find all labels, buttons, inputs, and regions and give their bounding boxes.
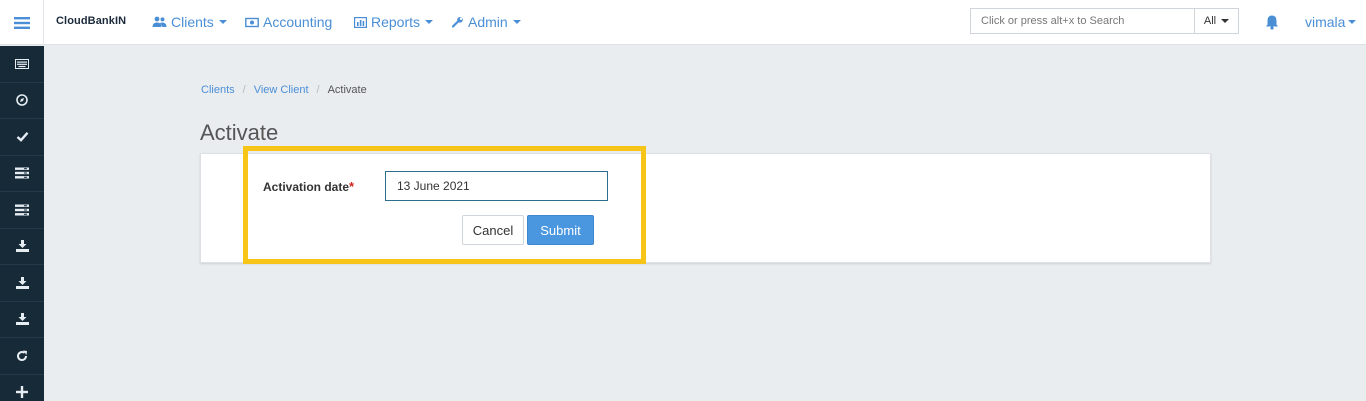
breadcrumb-clients[interactable]: Clients: [201, 84, 235, 96]
wrench-icon: [452, 17, 463, 28]
refresh-icon: [17, 350, 28, 361]
caret-down-icon: [1348, 20, 1357, 24]
bar-chart-icon: [354, 16, 367, 28]
highlight-box: [243, 146, 646, 264]
nav-accounting-label: Accounting: [263, 14, 333, 30]
breadcrumb-separator: /: [242, 84, 246, 96]
users-icon: [152, 16, 167, 27]
breadcrumb-view-client[interactable]: View Client: [254, 84, 309, 96]
page-title: Activate: [200, 120, 279, 145]
sidebar-item-download-1[interactable]: [0, 229, 44, 265]
caret-down-icon: [425, 20, 434, 24]
caret-down-icon: [512, 20, 521, 24]
user-name: vimala: [1305, 14, 1346, 30]
nav-clients-label: Clients: [171, 14, 214, 30]
search-scope-select[interactable]: All: [1194, 8, 1239, 34]
check-icon: [16, 132, 28, 143]
sidebar-item-compass[interactable]: [0, 83, 44, 119]
sidebar-item-download-2[interactable]: [0, 265, 44, 302]
brand-logo[interactable]: CloudBankIN: [56, 15, 126, 27]
breadcrumb-current: Activate: [327, 84, 367, 96]
breadcrumb-separator: /: [316, 84, 320, 96]
plus-icon: [16, 386, 28, 399]
caret-down-icon: [1221, 19, 1230, 23]
money-icon: [245, 17, 259, 27]
sidebar: [0, 46, 44, 401]
nav-reports[interactable]: Reports: [354, 14, 434, 30]
nav-reports-label: Reports: [371, 14, 421, 30]
sidebar-item-download-3[interactable]: [0, 302, 44, 338]
hamburger-menu-button[interactable]: [0, 0, 44, 45]
keyboard-icon: [15, 58, 29, 69]
global-search-input[interactable]: Click or press alt+x to Search: [970, 8, 1195, 34]
nav-admin-label: Admin: [468, 14, 508, 30]
list-icon: [15, 204, 29, 216]
bell-icon[interactable]: [1265, 14, 1279, 30]
search-scope-value: All: [1203, 15, 1217, 27]
user-menu[interactable]: vimala: [1305, 14, 1357, 30]
caret-down-icon: [218, 20, 227, 24]
list-icon: [15, 167, 29, 179]
sidebar-item-keyboard[interactable]: [0, 46, 44, 83]
nav-admin[interactable]: Admin: [452, 14, 521, 30]
sidebar-item-check[interactable]: [0, 119, 44, 156]
download-icon: [15, 313, 29, 326]
top-navbar: CloudBankIN Clients Accounting Reports A…: [0, 0, 1366, 45]
scrollbar[interactable]: [1356, 46, 1366, 401]
nav-accounting[interactable]: Accounting: [245, 14, 332, 30]
sidebar-item-add[interactable]: [0, 375, 44, 401]
sidebar-item-refresh[interactable]: [0, 338, 44, 375]
compass-icon: [16, 94, 28, 107]
download-icon: [15, 276, 29, 289]
download-icon: [15, 240, 29, 253]
nav-clients[interactable]: Clients: [152, 14, 227, 30]
breadcrumb: Clients / View Client / Activate: [201, 84, 367, 96]
menu-icon: [13, 16, 30, 29]
sidebar-item-list-1[interactable]: [0, 156, 44, 192]
sidebar-item-list-2[interactable]: [0, 192, 44, 229]
